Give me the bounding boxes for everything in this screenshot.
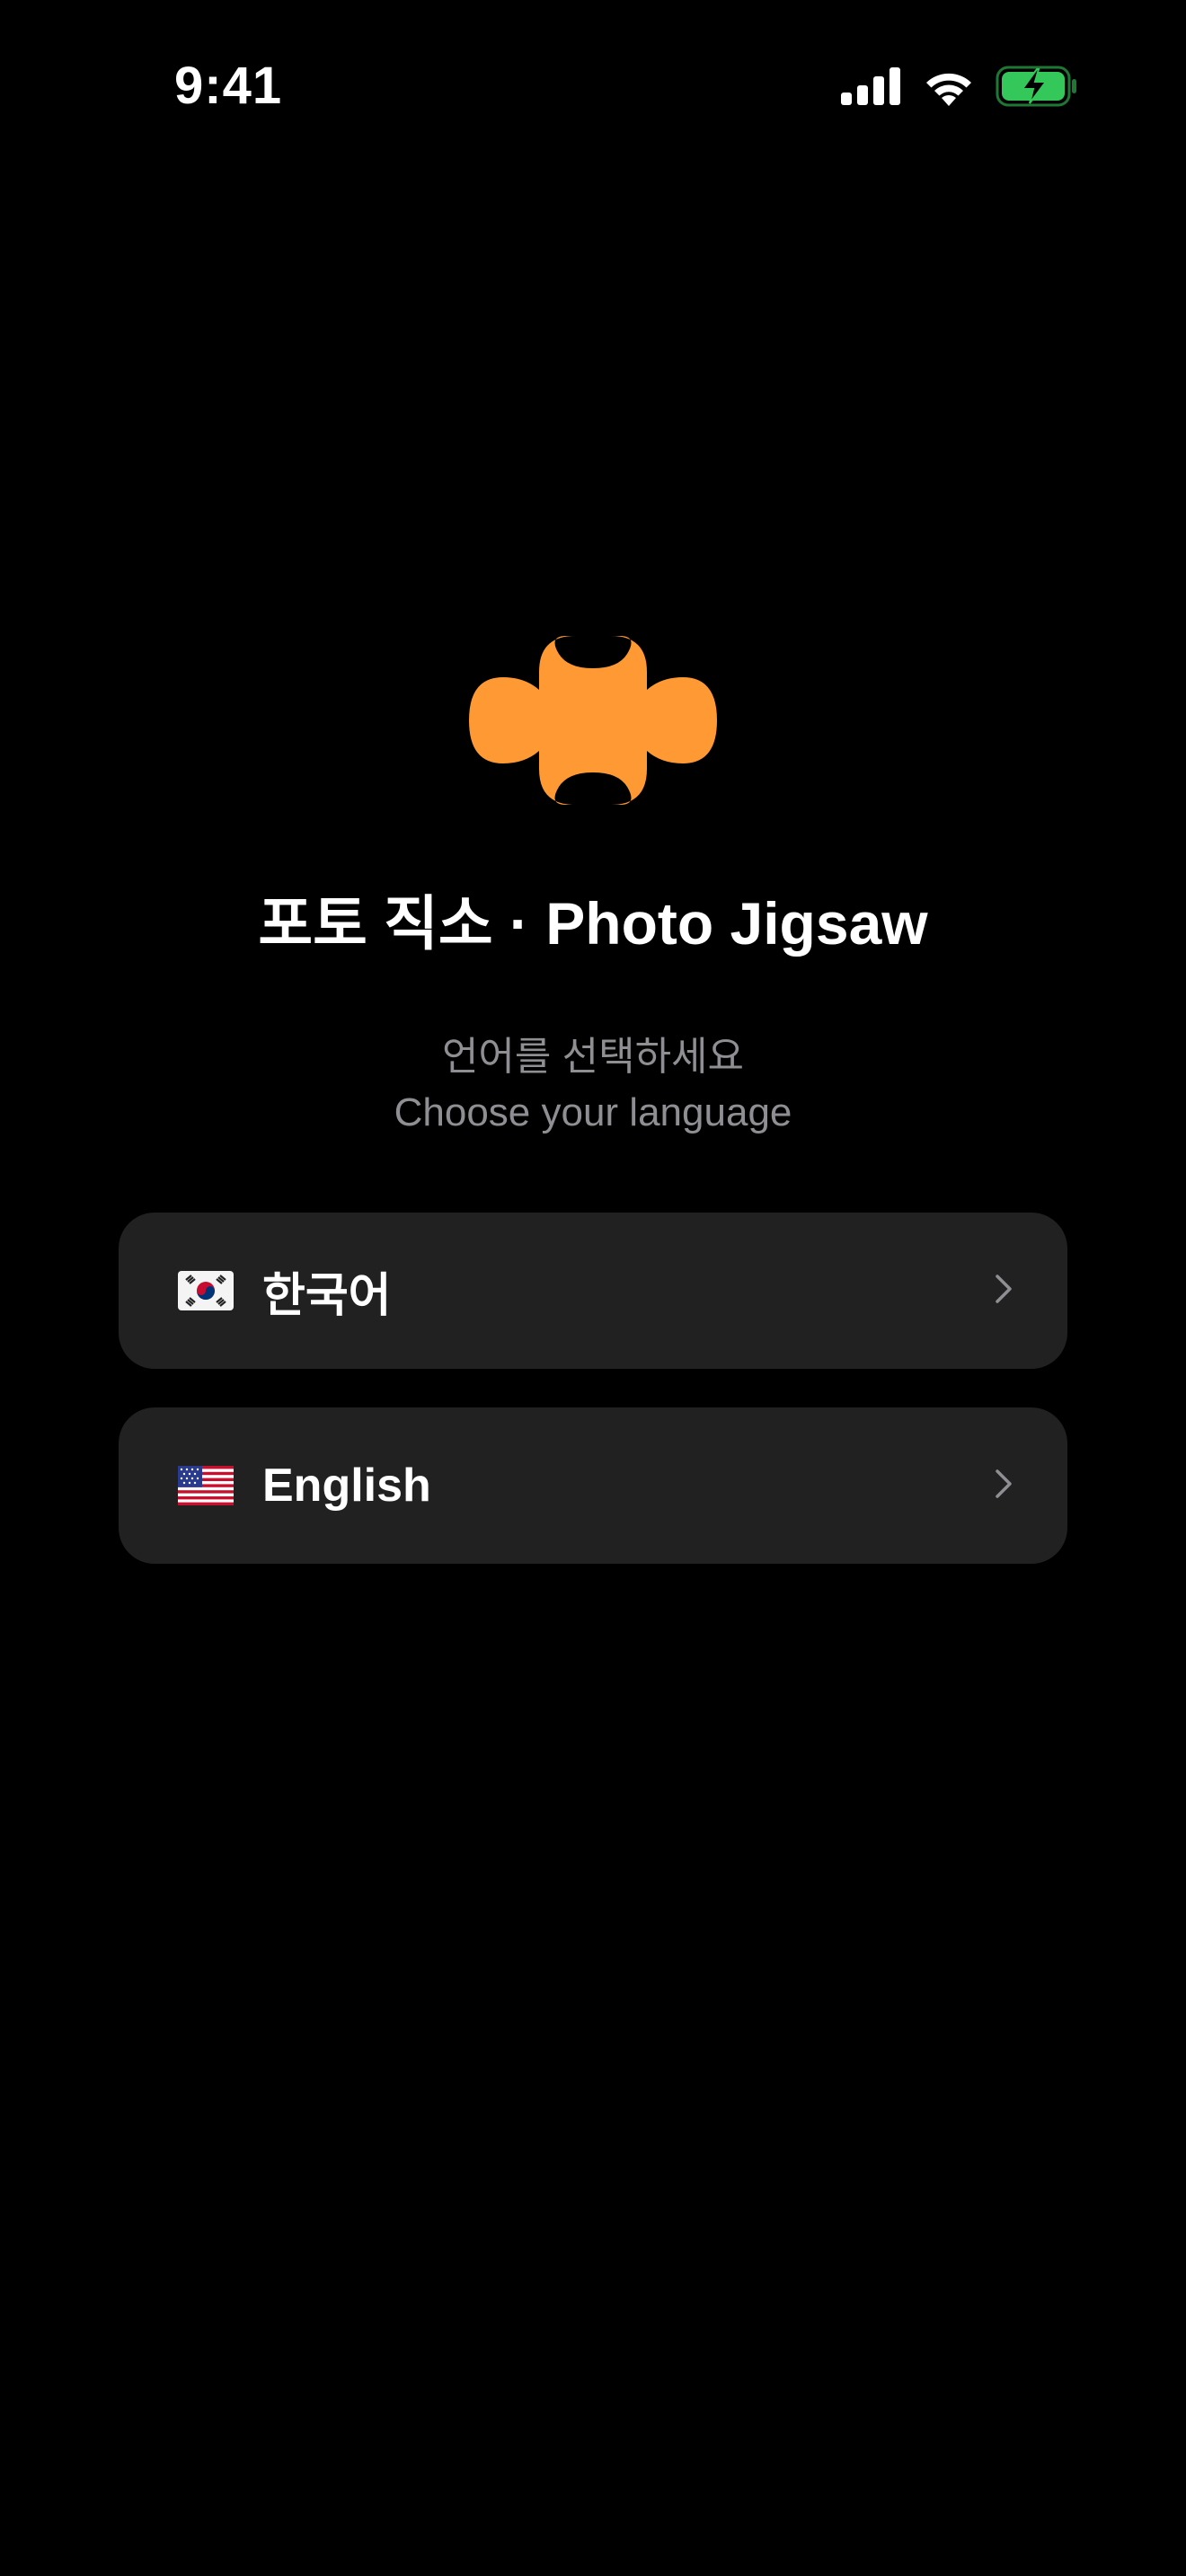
puzzle-piece-icon — [469, 636, 717, 805]
us-flag-icon — [178, 1466, 234, 1505]
language-label-korean: 한국어 — [262, 1269, 392, 1322]
chevron-right-icon — [994, 1273, 1013, 1310]
language-prompt-korean: 언어를 선택하세요 — [441, 1035, 745, 1079]
south-korea-flag-icon — [178, 1271, 234, 1310]
status-bar: 9:41 — [0, 0, 1186, 171]
language-prompt-english: Choose your language — [394, 1090, 792, 1134]
language-button-english[interactable]: English — [119, 1407, 1067, 1564]
wifi-icon — [922, 66, 976, 106]
chevron-right-icon — [994, 1468, 1013, 1504]
status-icons — [841, 63, 1078, 110]
language-label-english: English — [262, 1460, 431, 1512]
app-title: 포토 직소 · Photo Jigsaw — [258, 890, 928, 957]
status-time: 9:41 — [174, 57, 283, 115]
battery-charging-icon — [996, 66, 1078, 107]
language-button-korean[interactable]: 한국어 — [119, 1213, 1067, 1369]
cellular-signal-icon — [841, 67, 902, 105]
